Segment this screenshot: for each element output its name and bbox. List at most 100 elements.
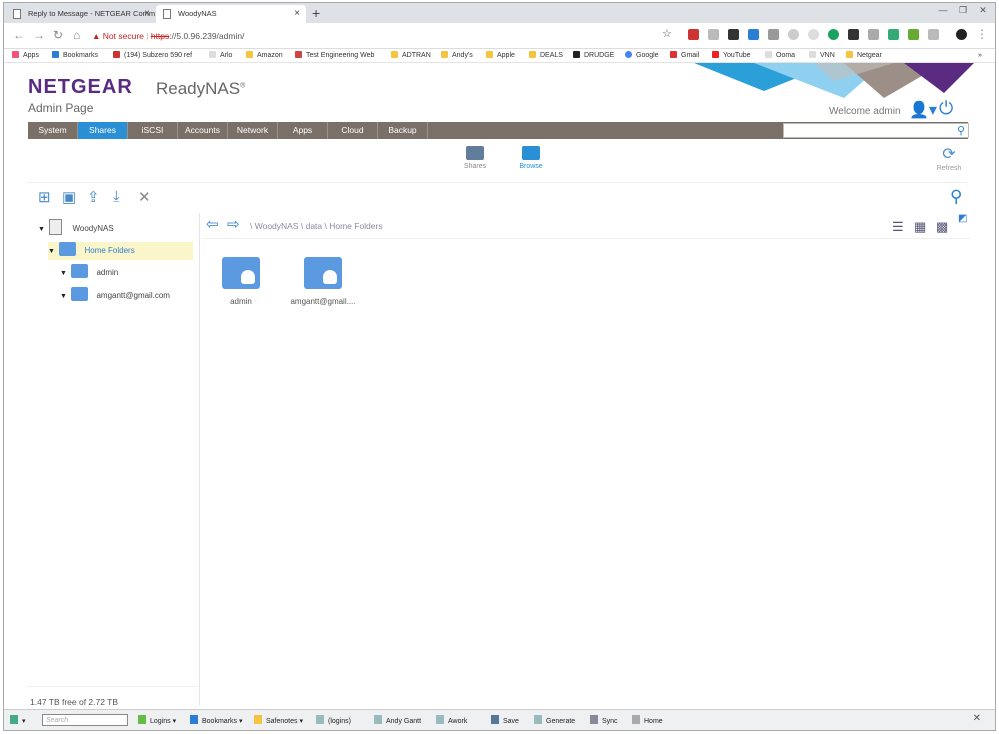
tree-node-home-folders[interactable]: ▼ Home Folders bbox=[48, 242, 193, 260]
extension-icon[interactable] bbox=[808, 29, 819, 40]
bookmark-adtran[interactable]: ADTRAN bbox=[391, 49, 431, 62]
bookmark-amazon[interactable]: Amazon bbox=[246, 49, 283, 62]
collapse-triangle-icon[interactable]: ▼ bbox=[38, 221, 47, 239]
user-menu-icon[interactable]: 👤▾ bbox=[909, 100, 937, 120]
bookmarks-overflow[interactable]: » bbox=[978, 49, 982, 62]
extension-icon[interactable] bbox=[888, 29, 899, 40]
menu-apps[interactable]: Apps bbox=[278, 122, 328, 139]
page-icon bbox=[163, 9, 171, 19]
forward-arrow-icon[interactable]: ⇨ bbox=[227, 215, 240, 233]
toolbar-home[interactable]: Home bbox=[632, 715, 663, 727]
bookmark-test-engineering[interactable]: Test Engineering Web bbox=[295, 49, 374, 62]
toolbar-search-input[interactable]: Search bbox=[42, 714, 128, 726]
bookmark-bookmarks[interactable]: Bookmarks bbox=[52, 49, 98, 62]
toolbar-awork[interactable]: Awork bbox=[436, 715, 467, 727]
collapse-triangle-icon[interactable]: ▼ bbox=[60, 265, 69, 283]
menu-accounts[interactable]: Accounts bbox=[178, 122, 228, 139]
extension-icon[interactable] bbox=[848, 29, 859, 40]
folder-item-amgantt[interactable]: amgantt@gmail.... bbox=[283, 257, 363, 306]
download-icon[interactable]: ⤓ bbox=[113, 188, 120, 205]
extension-icon[interactable] bbox=[928, 29, 939, 40]
menu-iscsi[interactable]: iSCSI bbox=[128, 122, 178, 139]
search-icon[interactable]: ⚲ bbox=[957, 124, 965, 137]
bookmark-drudge[interactable]: DRUDGE bbox=[573, 49, 614, 62]
subtab-browse[interactable]: Browse bbox=[511, 146, 551, 170]
large-icons-view-icon[interactable]: ▩ bbox=[936, 219, 948, 235]
small-icons-view-icon[interactable]: ▦ bbox=[914, 219, 926, 235]
toolbar-logins-list[interactable]: (logins) bbox=[316, 715, 351, 727]
menu-cloud[interactable]: Cloud bbox=[328, 122, 378, 139]
tree-view-icon[interactable]: ⊞ bbox=[38, 188, 51, 206]
tab-reply-message[interactable]: Reply to Message - NETGEAR Comm × bbox=[6, 5, 156, 23]
profile-icon[interactable] bbox=[956, 29, 967, 40]
list-view-icon[interactable]: ☰ bbox=[892, 219, 904, 235]
close-toolbar-icon[interactable]: ✕ bbox=[973, 713, 981, 724]
forward-arrow-icon[interactable]: → bbox=[33, 28, 45, 42]
tree-node-woodynas[interactable]: ▼ WoodyNAS bbox=[38, 219, 114, 237]
menu-backup[interactable]: Backup bbox=[378, 122, 428, 139]
tab-woodynas[interactable]: WoodyNAS × bbox=[156, 5, 306, 23]
breadcrumb[interactable]: \ WoodyNAS \ data \ Home Folders bbox=[250, 221, 383, 231]
bookmark-google[interactable]: Google bbox=[625, 49, 659, 62]
extension-icon[interactable] bbox=[908, 29, 919, 40]
toolbar-save[interactable]: Save bbox=[491, 715, 519, 727]
menu-icon[interactable]: ⋮ bbox=[976, 27, 988, 41]
new-folder-icon[interactable]: ▣ bbox=[62, 188, 76, 206]
bookmark-star-icon[interactable]: ☆ bbox=[662, 27, 672, 40]
toolbar-generate[interactable]: Generate bbox=[534, 715, 575, 727]
bookmark-deals[interactable]: DEALS bbox=[529, 49, 563, 62]
subtab-shares[interactable]: Shares bbox=[455, 146, 495, 170]
menu-network[interactable]: Network bbox=[228, 122, 278, 139]
close-tab-icon[interactable]: × bbox=[144, 5, 150, 23]
toolbar-menu-icon[interactable]: ▾ bbox=[10, 715, 26, 727]
toolbar-safenotes[interactable]: Safenotes ▾ bbox=[254, 715, 303, 727]
share-info-icon[interactable]: ◩ bbox=[958, 213, 967, 224]
menu-shares[interactable]: Shares bbox=[78, 122, 128, 139]
home-icon[interactable]: ⌂ bbox=[73, 28, 80, 42]
tree-node-amgantt[interactable]: ▼ amgantt@gmail.com bbox=[60, 287, 170, 305]
back-arrow-icon[interactable]: ⇦ bbox=[206, 215, 219, 233]
bookmark-netgear[interactable]: Netgear bbox=[846, 49, 882, 62]
close-tab-icon[interactable]: × bbox=[294, 5, 300, 23]
bookmark-gmail[interactable]: Gmail bbox=[670, 49, 699, 62]
bookmark-apple[interactable]: Apple bbox=[486, 49, 515, 62]
toolbar-andy-gantt[interactable]: Andy Gantt bbox=[374, 715, 421, 727]
tree-node-admin[interactable]: ▼ admin bbox=[60, 264, 118, 282]
power-menu-icon[interactable]: ⏻ bbox=[939, 98, 953, 119]
maximize-button[interactable]: ❐ bbox=[954, 3, 972, 17]
bookmark-vnn[interactable]: VNN bbox=[809, 49, 835, 62]
extension-icon[interactable] bbox=[788, 29, 799, 40]
bookmark-arlo[interactable]: Arlo bbox=[209, 49, 232, 62]
delete-icon[interactable]: ✕ bbox=[138, 188, 151, 206]
minimize-button[interactable]: — bbox=[934, 3, 952, 17]
toolbar-sync[interactable]: Sync bbox=[590, 715, 618, 727]
extension-icon[interactable] bbox=[868, 29, 879, 40]
menu-system[interactable]: System bbox=[28, 122, 78, 139]
extension-icon[interactable] bbox=[768, 29, 779, 40]
extension-icon[interactable] bbox=[708, 29, 719, 40]
tab-strip: Reply to Message - NETGEAR Comm × WoodyN… bbox=[4, 3, 995, 23]
bookmark-apps[interactable]: Apps bbox=[12, 49, 39, 62]
refresh-button[interactable]: ⟳ Refresh bbox=[932, 147, 966, 173]
url-field[interactable]: ▲ Not secure | https://5.0.96.239/admin/ bbox=[92, 27, 682, 45]
grammarly-extension-icon[interactable] bbox=[828, 29, 839, 40]
bookmark-andys[interactable]: Andy's bbox=[441, 49, 473, 62]
dropbox-extension-icon[interactable] bbox=[748, 29, 759, 40]
bookmark-ooma[interactable]: Ooma bbox=[765, 49, 795, 62]
search-icon[interactable]: ⚲ bbox=[950, 187, 962, 207]
folder-item-admin[interactable]: admin bbox=[201, 257, 281, 306]
amazon-extension-icon[interactable] bbox=[728, 29, 739, 40]
toolbar-logins[interactable]: Logins ▾ bbox=[138, 715, 176, 727]
toolbar-bookmarks[interactable]: Bookmarks ▾ bbox=[190, 715, 242, 727]
bookmark-subzero[interactable]: (194) Subzero 590 ref bbox=[113, 49, 192, 62]
collapse-triangle-icon[interactable]: ▼ bbox=[60, 288, 69, 306]
collapse-triangle-icon[interactable]: ▼ bbox=[48, 243, 57, 261]
bookmark-youtube[interactable]: YouTube bbox=[712, 49, 751, 62]
back-arrow-icon[interactable]: ← bbox=[13, 28, 25, 42]
new-tab-button[interactable]: + bbox=[312, 3, 320, 23]
search-input[interactable]: ⚲ bbox=[783, 123, 969, 138]
reload-icon[interactable]: ↻ bbox=[53, 28, 63, 42]
upload-icon[interactable]: ⇪ bbox=[87, 188, 100, 206]
close-window-button[interactable]: ✕ bbox=[974, 3, 992, 17]
gmail-extension-icon[interactable] bbox=[688, 29, 699, 40]
